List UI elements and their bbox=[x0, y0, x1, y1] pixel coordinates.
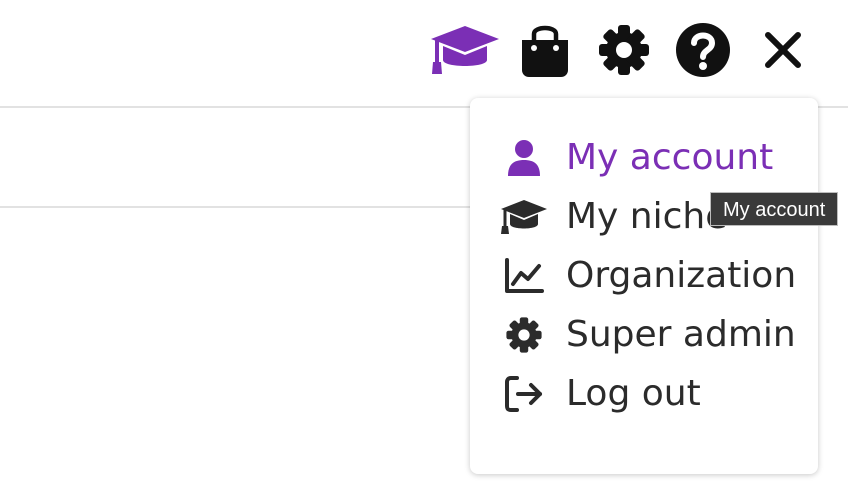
user-icon bbox=[498, 136, 550, 180]
tooltip: My account bbox=[710, 192, 839, 226]
line-chart-icon bbox=[498, 254, 550, 298]
logout-icon bbox=[498, 372, 550, 416]
menu-item-organization[interactable]: Organization bbox=[470, 248, 818, 304]
gear-icon bbox=[498, 313, 550, 357]
content-divider bbox=[0, 206, 470, 208]
close-button[interactable] bbox=[762, 22, 804, 78]
graduation-cap-button[interactable] bbox=[428, 22, 502, 78]
shopping-bag-icon bbox=[519, 22, 571, 78]
graduation-cap-icon bbox=[429, 24, 501, 76]
menu-item-label: My niche bbox=[566, 196, 728, 237]
shopping-bag-button[interactable] bbox=[518, 22, 572, 78]
settings-button[interactable] bbox=[596, 22, 652, 78]
menu-item-label: Super admin bbox=[566, 314, 796, 355]
menu-item-my-account[interactable]: My account bbox=[470, 130, 818, 186]
menu-item-log-out[interactable]: Log out bbox=[470, 366, 818, 422]
menu-item-label: Log out bbox=[566, 373, 701, 414]
gear-icon bbox=[597, 23, 651, 77]
menu-item-label: My account bbox=[566, 137, 774, 178]
help-icon bbox=[675, 22, 731, 78]
menu-item-label: Organization bbox=[566, 255, 797, 296]
page: My account My niche Organization Super a… bbox=[0, 0, 848, 490]
graduation-cap-icon bbox=[498, 195, 550, 239]
close-icon bbox=[764, 31, 802, 69]
menu-item-super-admin[interactable]: Super admin bbox=[470, 307, 818, 363]
account-dropdown-menu: My account My niche Organization Super a… bbox=[470, 98, 818, 474]
help-button[interactable] bbox=[674, 22, 732, 78]
